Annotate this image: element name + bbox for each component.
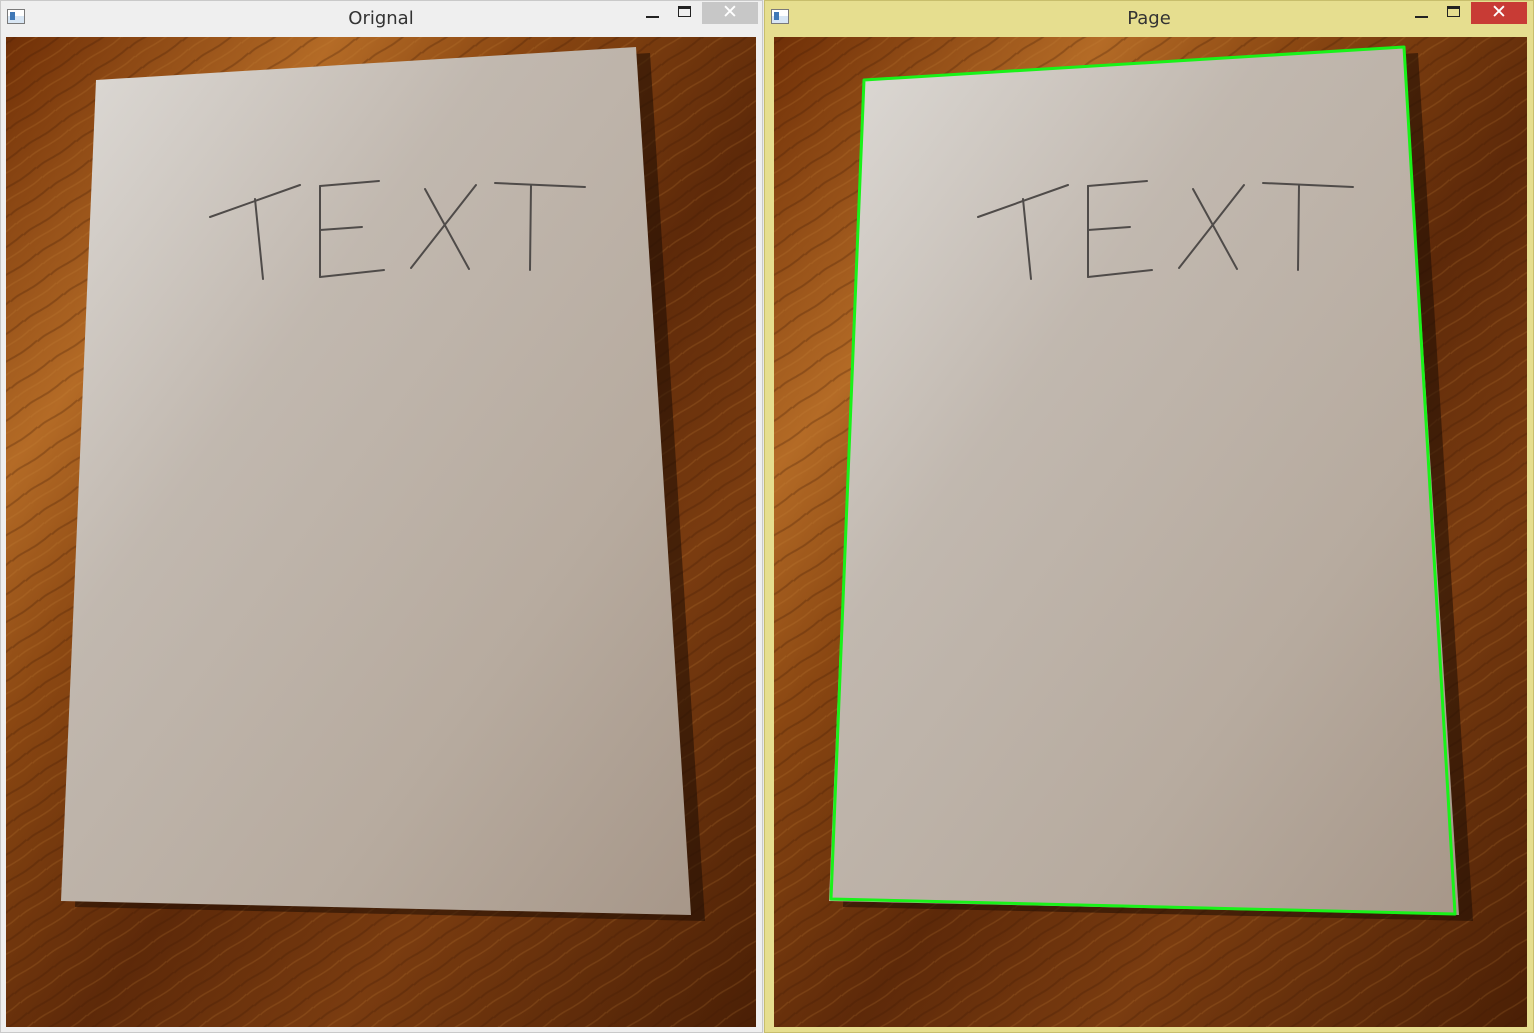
page-titlebar[interactable]: Page ✕ bbox=[765, 1, 1533, 36]
window-title: Orignal bbox=[348, 8, 414, 29]
maximize-icon[interactable] bbox=[1437, 2, 1471, 24]
close-icon[interactable]: ✕ bbox=[1471, 2, 1527, 24]
close-icon[interactable]: ✕ bbox=[702, 2, 758, 24]
original-image bbox=[6, 37, 756, 1027]
original-window[interactable]: Orignal ✕ bbox=[0, 0, 763, 1033]
app-window-icon[interactable] bbox=[771, 9, 789, 24]
maximize-icon[interactable] bbox=[668, 2, 702, 24]
close-glyph: ✕ bbox=[722, 1, 738, 23]
page-detection-image bbox=[774, 37, 1527, 1027]
window-title: Page bbox=[1127, 8, 1171, 29]
original-image-view bbox=[6, 37, 756, 1027]
page-image-view bbox=[774, 37, 1527, 1027]
original-titlebar[interactable]: Orignal ✕ bbox=[1, 1, 762, 36]
page-window[interactable]: Page ✕ bbox=[764, 0, 1534, 1033]
minimize-icon[interactable] bbox=[1404, 2, 1438, 24]
close-glyph: ✕ bbox=[1491, 1, 1507, 23]
app-window-icon[interactable] bbox=[7, 9, 25, 24]
minimize-icon[interactable] bbox=[635, 2, 669, 24]
